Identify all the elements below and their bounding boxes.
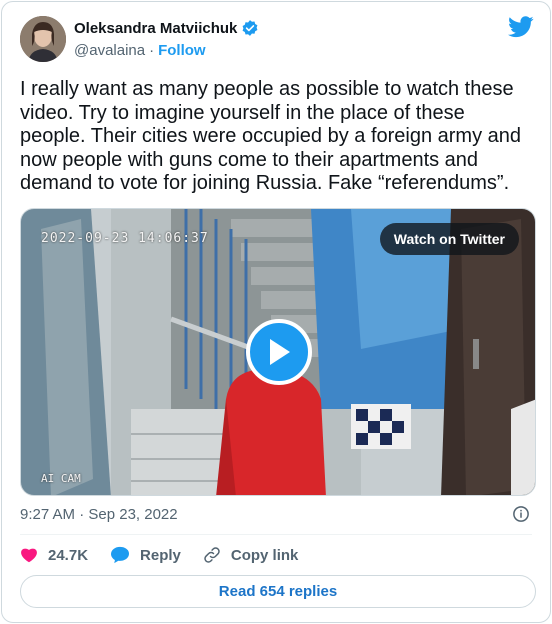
copy-link-label: Copy link — [230, 546, 299, 564]
like-button[interactable]: 24.7K — [20, 546, 88, 564]
divider — [20, 534, 532, 535]
copy-link-button[interactable]: Copy link — [203, 546, 299, 564]
handle-row: @avalaina · Follow — [74, 42, 206, 59]
link-icon — [204, 547, 220, 563]
tweet-text: I really want as many people as possible… — [20, 78, 522, 194]
play-icon — [270, 339, 290, 365]
heart-icon — [21, 548, 37, 563]
info-icon[interactable] — [512, 505, 530, 523]
tweet-date[interactable]: 9:27 AM · Sep 23, 2022 — [20, 506, 178, 523]
separator-dot: · — [149, 42, 155, 59]
video-player[interactable]: 2022-09-23 14:06:37 AI CAM Watch on Twit… — [20, 208, 536, 496]
camera-label-overlay: AI CAM — [41, 472, 81, 485]
reply-label: Reply — [140, 546, 181, 564]
tweet-card: Oleksandra Matviichuk @avalaina · Follow… — [1, 1, 551, 623]
reply-button[interactable]: Reply — [110, 546, 181, 564]
author-name[interactable]: Oleksandra Matviichuk — [74, 20, 237, 37]
read-replies-button[interactable]: Read 654 replies — [20, 575, 536, 608]
watch-on-twitter-button[interactable]: Watch on Twitter — [379, 223, 519, 255]
action-bar: 24.7K Reply Copy link — [20, 543, 320, 567]
author-name-row: Oleksandra Matviichuk — [74, 19, 259, 37]
play-button[interactable] — [246, 319, 312, 385]
author-handle[interactable]: @avalaina — [74, 42, 145, 59]
twitter-bird-icon[interactable] — [508, 16, 534, 38]
verified-badge-icon — [241, 19, 259, 37]
like-count: 24.7K — [48, 546, 89, 564]
video-timestamp-overlay: 2022-09-23 14:06:37 — [41, 231, 209, 246]
follow-button[interactable]: Follow — [158, 42, 206, 59]
reply-bubble-icon — [111, 546, 130, 564]
avatar[interactable] — [20, 16, 66, 62]
